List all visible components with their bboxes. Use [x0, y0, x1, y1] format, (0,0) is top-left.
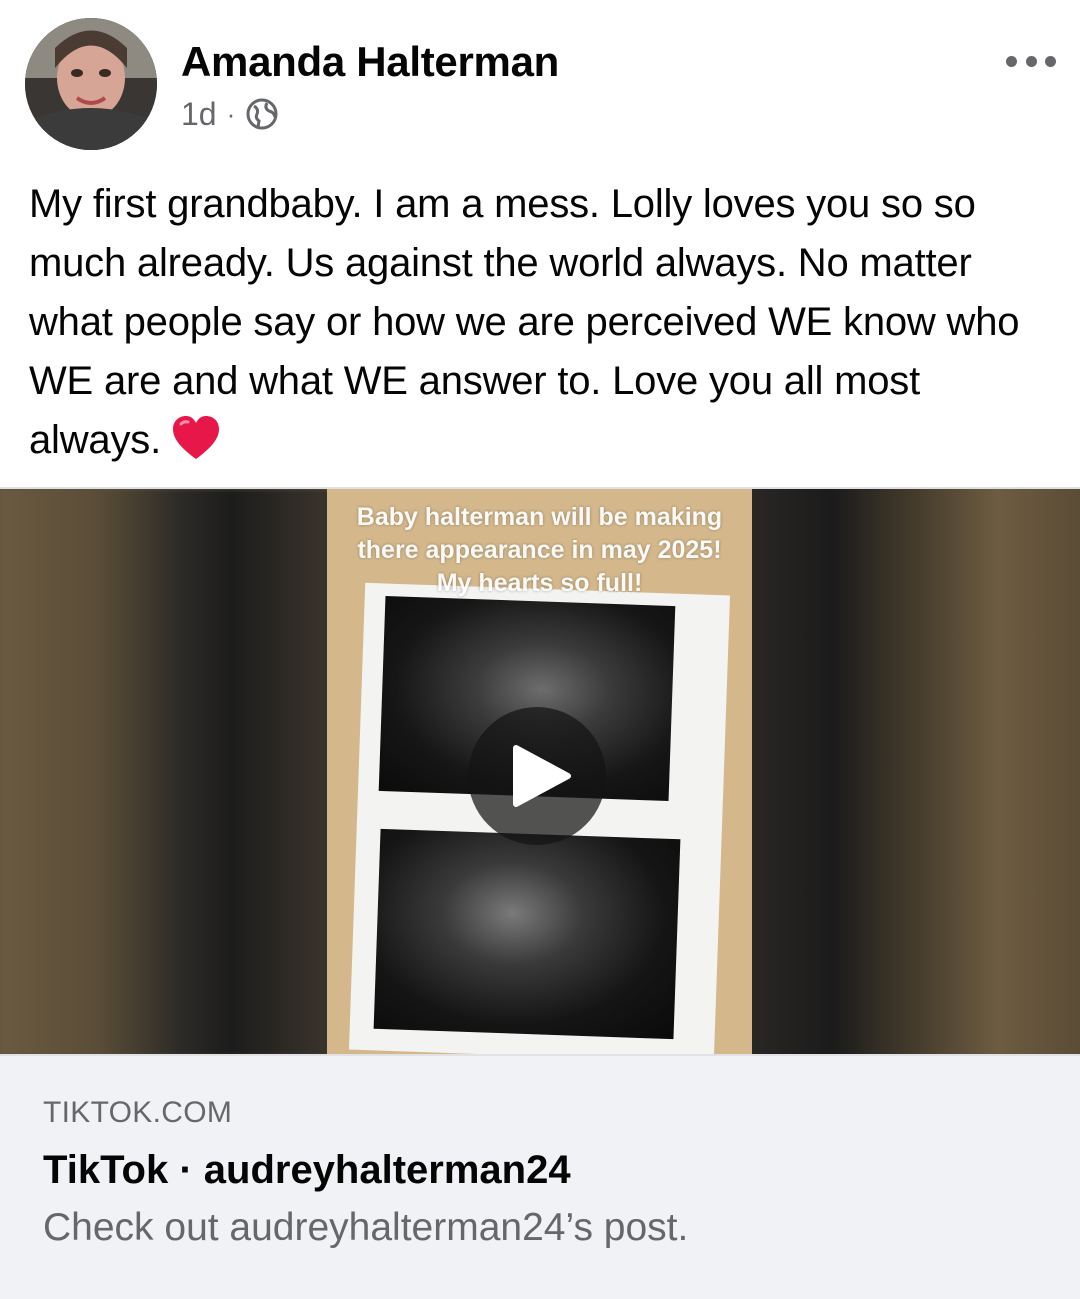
author-name[interactable]: Amanda Halterman: [181, 38, 559, 86]
play-button[interactable]: [468, 707, 606, 845]
link-title[interactable]: TikTok · audreyhalterman24: [43, 1148, 571, 1193]
link-preview-card[interactable]: TIKTOK.COM TikTok · audreyhalterman24 Ch…: [0, 1054, 1080, 1299]
video-preview[interactable]: Baby halterman will be making there appe…: [0, 487, 1080, 1056]
play-icon: [513, 745, 571, 807]
ultrasound-image-bottom: [373, 828, 681, 1040]
video-thumbnail: Baby halterman will be making there appe…: [327, 489, 752, 1056]
blurred-background-right: [750, 489, 1080, 1056]
video-caption-overlay: Baby halterman will be making there appe…: [356, 503, 723, 597]
post-text: My first grandbaby. I am a mess. Lolly l…: [29, 175, 1054, 470]
meta-separator: ·: [226, 98, 236, 129]
author-avatar[interactable]: [25, 18, 157, 150]
more-options-icon[interactable]: [1006, 50, 1056, 72]
blurred-background-left: [0, 489, 330, 1056]
post-meta: 1d ·: [181, 94, 279, 134]
avatar-photo: [25, 18, 157, 150]
post-timestamp[interactable]: 1d: [181, 96, 217, 133]
link-domain: TIKTOK.COM: [43, 1096, 233, 1129]
post-header: Amanda Halterman 1d ·: [0, 0, 1080, 160]
globe-icon: [245, 97, 279, 131]
heart-emoji: [171, 415, 221, 461]
link-description: Check out audreyhalterman24’s post.: [43, 1206, 689, 1249]
